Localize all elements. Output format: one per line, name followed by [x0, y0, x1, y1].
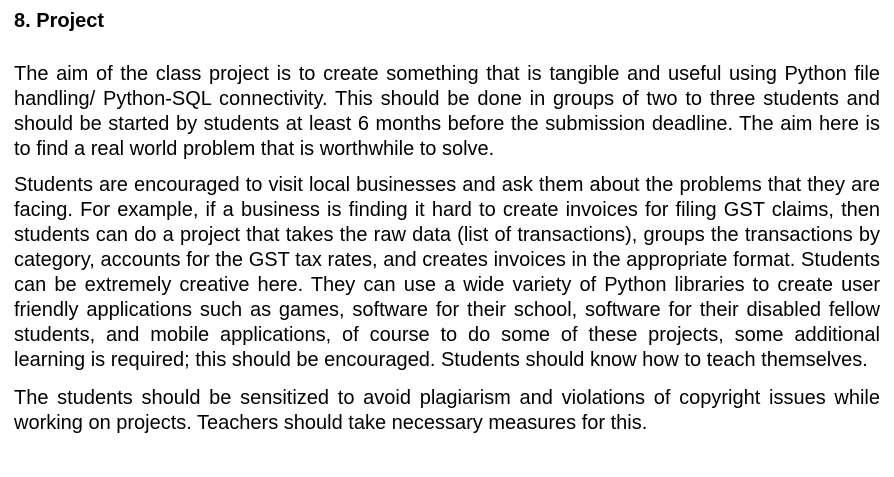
paragraph-local-businesses: Students are encouraged to visit local b… — [14, 174, 880, 371]
document-page: 8. Project The aim of the class project … — [14, 8, 880, 436]
paragraph-plagiarism: The students should be sensitized to avo… — [14, 387, 880, 434]
paragraph-project-aim: The aim of the class project is to creat… — [14, 63, 880, 160]
section-heading: 8. Project — [14, 10, 105, 32]
